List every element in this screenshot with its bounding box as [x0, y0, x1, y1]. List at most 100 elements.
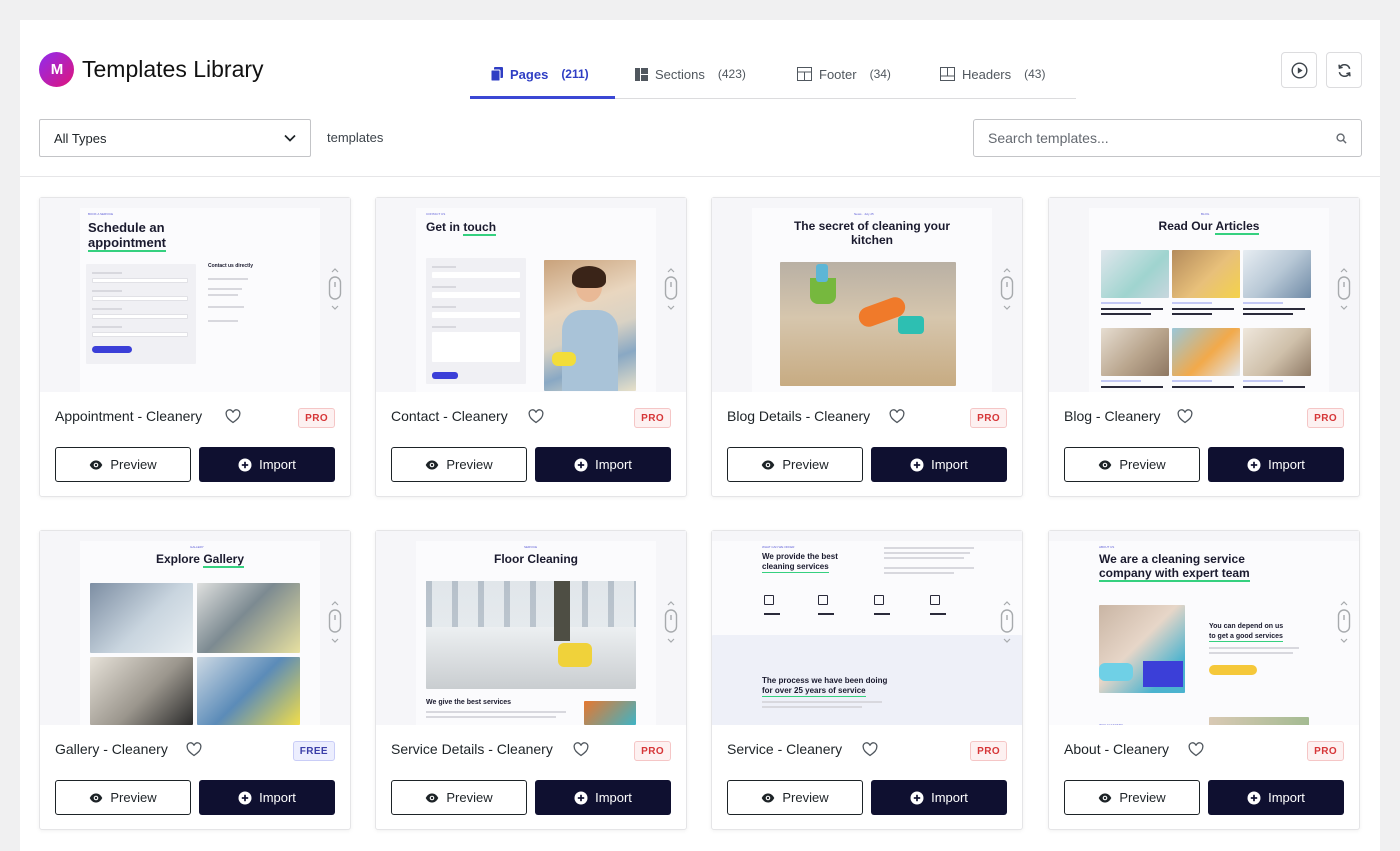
scroll-preview-icon — [997, 268, 1017, 312]
play-icon — [1290, 61, 1308, 79]
preview-button[interactable]: Preview — [1064, 780, 1200, 815]
favorite-heart-icon[interactable] — [1177, 409, 1193, 424]
photo-floor-cleaning — [426, 581, 636, 689]
preview-button[interactable]: Preview — [727, 780, 863, 815]
page-title: Templates Library — [82, 56, 264, 82]
thumb-sub-heading: We give the best services — [426, 699, 512, 706]
preview-label: Preview — [1119, 457, 1166, 472]
template-card: SERVICE Floor Cleaning We give the best … — [375, 530, 687, 830]
eye-icon — [90, 460, 103, 469]
favorite-heart-icon[interactable] — [528, 409, 544, 424]
tab-headers[interactable]: Headers (43) — [940, 50, 1045, 98]
thumb-heading: Floor Cleaning — [494, 552, 578, 566]
photo-cleaning-floor — [780, 262, 956, 386]
template-thumbnail[interactable]: News · July 25 The secret of cleaning yo… — [712, 198, 1022, 392]
template-card: ABOUT US We are a cleaning service compa… — [1048, 530, 1360, 830]
template-thumbnail[interactable]: CONTACT US Get in touch — [376, 198, 686, 392]
eye-icon — [426, 460, 439, 469]
free-badge: FREE — [292, 741, 335, 761]
thumb-heading: company with expert team — [1099, 566, 1250, 583]
pro-badge: PRO — [634, 741, 671, 761]
template-title: Service Details - Cleanery — [391, 741, 553, 757]
tab-count: (43) — [1024, 67, 1046, 81]
import-button[interactable]: Import — [871, 447, 1007, 482]
search-input[interactable] — [988, 130, 1308, 146]
preview-button[interactable]: Preview — [727, 447, 863, 482]
eye-icon — [90, 793, 103, 802]
template-card: WHAT CAN WE OFFER We provide the best cl… — [711, 530, 1023, 830]
template-title: About - Cleanery — [1064, 741, 1170, 757]
pro-badge: PRO — [298, 408, 335, 428]
preview-label: Preview — [446, 790, 493, 805]
favorite-heart-icon[interactable] — [862, 742, 878, 757]
scroll-preview-icon — [325, 268, 345, 312]
template-title: Blog - Cleanery — [1064, 408, 1161, 424]
template-thumbnail[interactable]: BOOK A SERVICE Schedule an appointment C… — [40, 198, 350, 392]
favorite-heart-icon[interactable] — [186, 742, 202, 757]
headers-icon — [940, 67, 955, 81]
favorite-heart-icon[interactable] — [1188, 742, 1204, 757]
template-card: CONTACT US Get in touch Contact - Cleane… — [375, 197, 687, 497]
sections-icon — [635, 67, 648, 81]
play-tutorial-button[interactable] — [1281, 52, 1317, 88]
header: M Templates Library Pages (211) Sections… — [20, 20, 1380, 100]
template-thumbnail[interactable]: WHAT CAN WE OFFER We provide the best cl… — [712, 531, 1022, 725]
import-button[interactable]: Import — [535, 780, 671, 815]
tab-footer[interactable]: Footer (34) — [797, 50, 891, 98]
tab-label: Sections — [655, 66, 705, 82]
scroll-preview-icon — [325, 601, 345, 645]
import-label: Import — [259, 790, 296, 805]
thumb-sub-heading: for over 25 years of service — [762, 686, 866, 697]
template-thumbnail[interactable]: BLOG Read Our Articles — [1049, 198, 1359, 392]
plus-circle-icon — [1247, 791, 1261, 804]
eye-icon — [1099, 460, 1112, 469]
tab-label: Pages — [510, 66, 549, 82]
thumb-heading: Read Our — [1158, 219, 1213, 233]
scroll-preview-icon — [1334, 268, 1354, 312]
templates-modal: M Templates Library Pages (211) Sections… — [20, 20, 1380, 851]
thumb-sub-heading: You can depend on us — [1209, 623, 1284, 630]
pages-icon — [491, 67, 503, 81]
import-label: Import — [259, 457, 296, 472]
tab-sections[interactable]: Sections (423) — [635, 50, 746, 98]
preview-button[interactable]: Preview — [55, 447, 191, 482]
eye-icon — [1099, 793, 1112, 802]
preview-button[interactable]: Preview — [391, 447, 527, 482]
brand-logo-icon: M — [39, 52, 74, 87]
preview-button[interactable]: Preview — [1064, 447, 1200, 482]
template-card: BLOG Read Our Articles Blog - Cleanery P… — [1048, 197, 1360, 497]
photo-cleaner — [1099, 605, 1185, 693]
scroll-preview-icon — [661, 268, 681, 312]
import-label: Import — [1268, 790, 1305, 805]
divider — [20, 176, 1380, 177]
plus-circle-icon — [238, 791, 252, 804]
favorite-heart-icon[interactable] — [225, 409, 241, 424]
type-select[interactable]: All Types — [39, 119, 311, 157]
sync-library-button[interactable] — [1326, 52, 1362, 88]
import-button[interactable]: Import — [871, 780, 1007, 815]
preview-button[interactable]: Preview — [55, 780, 191, 815]
thumb-heading: Schedule an — [88, 220, 165, 235]
import-button[interactable]: Import — [535, 447, 671, 482]
preview-label: Preview — [110, 457, 157, 472]
preview-button[interactable]: Preview — [391, 780, 527, 815]
pro-badge: PRO — [634, 408, 671, 428]
tab-count: (34) — [869, 67, 891, 81]
search-icon[interactable] — [1336, 132, 1347, 144]
import-button[interactable]: Import — [1208, 447, 1344, 482]
tab-label: Footer — [819, 66, 857, 82]
template-card: BOOK A SERVICE Schedule an appointment C… — [39, 197, 351, 497]
preview-label: Preview — [782, 790, 829, 805]
thumb-heading: Explore — [155, 552, 200, 566]
template-thumbnail[interactable]: GALLERY Explore Gallery — [40, 531, 350, 725]
import-button[interactable]: Import — [1208, 780, 1344, 815]
template-thumbnail[interactable]: ABOUT US We are a cleaning service compa… — [1049, 531, 1359, 725]
favorite-heart-icon[interactable] — [889, 409, 905, 424]
refresh-icon — [1337, 63, 1351, 77]
template-title: Gallery - Cleanery — [55, 741, 168, 757]
import-button[interactable]: Import — [199, 447, 335, 482]
tab-pages[interactable]: Pages (211) — [470, 50, 615, 99]
favorite-heart-icon[interactable] — [573, 742, 589, 757]
import-button[interactable]: Import — [199, 780, 335, 815]
template-thumbnail[interactable]: SERVICE Floor Cleaning We give the best … — [376, 531, 686, 725]
